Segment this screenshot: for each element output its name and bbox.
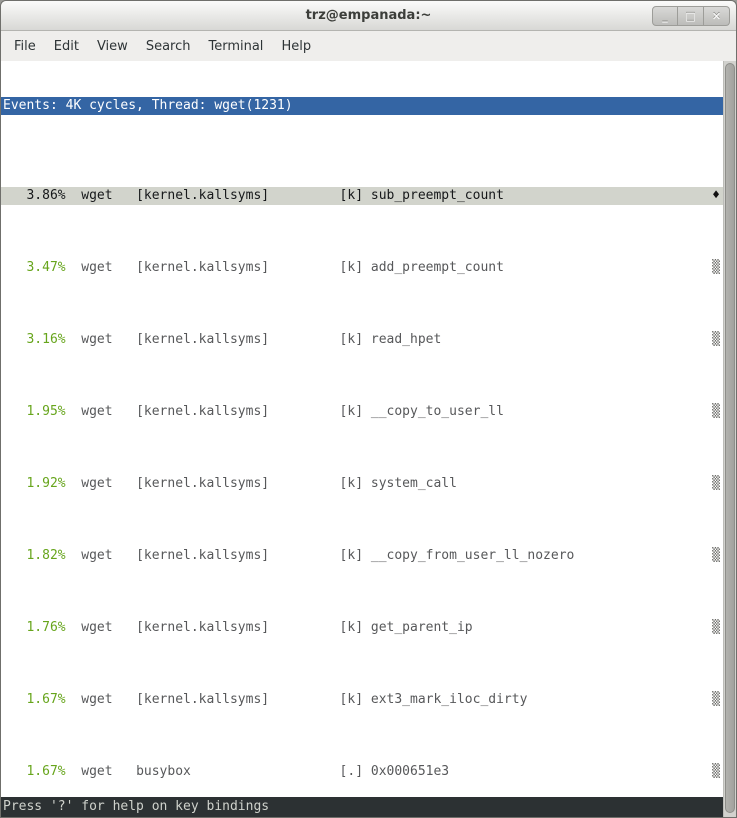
menu-item-view[interactable]: View bbox=[88, 35, 137, 58]
terminal-window: trz@empanada:~ _ □ ✕ File Edit View Sear… bbox=[0, 0, 737, 818]
overhead-percent: 1.76% bbox=[3, 620, 66, 635]
tui-scroll-marker: ▒ bbox=[712, 763, 720, 781]
perf-symbol-row[interactable]: 1.92% wget [kernel.kallsyms] [k] system_… bbox=[1, 475, 723, 493]
symbol-text: wget [kernel.kallsyms] [k] sub_preempt_c… bbox=[66, 188, 504, 203]
tui-scroll-marker: ▒ bbox=[712, 475, 720, 493]
scrollbar-track[interactable] bbox=[723, 61, 736, 818]
overhead-percent: 1.67% bbox=[3, 764, 66, 779]
terminal-screen[interactable]: Events: 4K cycles, Thread: wget(1231) 3.… bbox=[1, 61, 736, 818]
tui-scroll-marker: ▒ bbox=[712, 259, 720, 277]
tui-scroll-marker: ▒ bbox=[712, 331, 720, 349]
tui-scroll-marker: ▒ bbox=[712, 403, 720, 421]
symbol-text: wget [kernel.kallsyms] [k] __copy_to_use… bbox=[66, 404, 504, 419]
symbol-text: wget [kernel.kallsyms] [k] ext3_mark_ilo… bbox=[66, 692, 528, 707]
perf-symbol-row[interactable]: 3.16% wget [kernel.kallsyms] [k] read_hp… bbox=[1, 331, 723, 349]
tui-scroll-marker: ▒ bbox=[712, 619, 720, 637]
perf-events-header: Events: 4K cycles, Thread: wget(1231) bbox=[1, 97, 723, 115]
perf-symbol-row[interactable]: 1.76% wget [kernel.kallsyms] [k] get_par… bbox=[1, 619, 723, 637]
tui-scroll-marker: ▒ bbox=[712, 547, 720, 565]
perf-top-view: Events: 4K cycles, Thread: wget(1231) 3.… bbox=[1, 61, 723, 818]
menu-item-search[interactable]: Search bbox=[137, 35, 200, 58]
symbol-text: wget [kernel.kallsyms] [k] get_parent_ip bbox=[66, 620, 473, 635]
perf-symbol-row[interactable]: 3.47% wget [kernel.kallsyms] [k] add_pre… bbox=[1, 259, 723, 277]
maximize-icon: □ bbox=[685, 10, 695, 23]
window-controls: _ □ ✕ bbox=[652, 6, 730, 26]
menubar: File Edit View Search Terminal Help bbox=[1, 31, 736, 61]
titlebar[interactable]: trz@empanada:~ _ □ ✕ bbox=[1, 1, 736, 31]
perf-rows: 3.86% wget [kernel.kallsyms] [k] sub_pre… bbox=[1, 151, 723, 818]
perf-symbol-row[interactable]: 1.67% wget [kernel.kallsyms] [k] ext3_ma… bbox=[1, 691, 723, 709]
minimize-button[interactable]: _ bbox=[652, 6, 678, 26]
menu-item-file[interactable]: File bbox=[5, 35, 45, 58]
perf-symbol-row[interactable]: 1.95% wget [kernel.kallsyms] [k] __copy_… bbox=[1, 403, 723, 421]
close-button[interactable]: ✕ bbox=[704, 6, 730, 26]
menu-item-help[interactable]: Help bbox=[272, 35, 320, 58]
perf-status-bar: Press '?' for help on key bindings bbox=[1, 797, 723, 817]
menu-item-edit[interactable]: Edit bbox=[45, 35, 88, 58]
overhead-percent: 3.47% bbox=[3, 260, 66, 275]
close-icon: ✕ bbox=[712, 10, 721, 23]
overhead-percent: 1.82% bbox=[3, 548, 66, 563]
perf-symbol-row[interactable]: 1.67% wget busybox [.] 0x000651e3 ▒ bbox=[1, 763, 723, 781]
tui-scroll-marker: ♦ bbox=[712, 187, 720, 205]
overhead-percent: 3.16% bbox=[3, 332, 66, 347]
overhead-percent: 1.67% bbox=[3, 692, 66, 707]
symbol-text: wget [kernel.kallsyms] [k] read_hpet bbox=[66, 332, 442, 347]
scrollbar-thumb[interactable] bbox=[725, 63, 735, 813]
symbol-text: wget [kernel.kallsyms] [k] system_call bbox=[66, 476, 457, 491]
overhead-percent: 3.86% bbox=[3, 188, 66, 203]
menu-item-terminal[interactable]: Terminal bbox=[199, 35, 272, 58]
maximize-button[interactable]: □ bbox=[678, 6, 704, 26]
minimize-icon: _ bbox=[662, 10, 668, 23]
symbol-text: wget busybox [.] 0x000651e3 bbox=[66, 764, 450, 779]
perf-symbol-row[interactable]: 1.82% wget [kernel.kallsyms] [k] __copy_… bbox=[1, 547, 723, 565]
window-title: trz@empanada:~ bbox=[306, 8, 432, 23]
perf-symbol-row[interactable]: 3.86% wget [kernel.kallsyms] [k] sub_pre… bbox=[1, 187, 723, 205]
symbol-text: wget [kernel.kallsyms] [k] __copy_from_u… bbox=[66, 548, 575, 563]
overhead-percent: 1.95% bbox=[3, 404, 66, 419]
overhead-percent: 1.92% bbox=[3, 476, 66, 491]
tui-scroll-marker: ▒ bbox=[712, 691, 720, 709]
symbol-text: wget [kernel.kallsyms] [k] add_preempt_c… bbox=[66, 260, 504, 275]
